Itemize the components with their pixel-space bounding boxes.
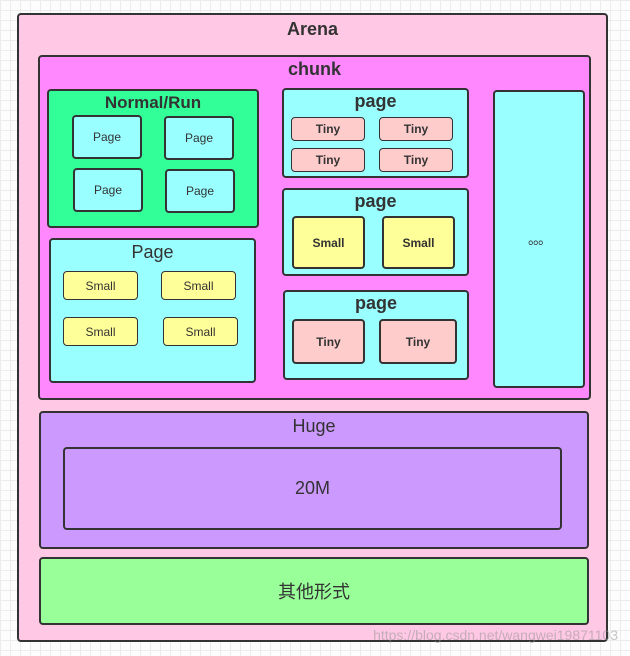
more-pages-column: 。。。 (493, 90, 585, 388)
small-block: Small (63, 317, 138, 346)
normal-run-page: Page (164, 116, 234, 160)
chunk-title: chunk (287, 59, 341, 79)
tiny-pair-page-title: page (354, 293, 397, 313)
tiny-block: Tiny (291, 117, 365, 141)
tiny-block: Tiny (379, 148, 453, 172)
small-pair-page-title: page (354, 191, 397, 211)
tiny-block: Tiny (379, 319, 457, 364)
small-block: Small (292, 216, 365, 269)
small-block: Small (161, 271, 236, 300)
normal-run-page: Page (165, 169, 235, 213)
other-forms-box: 其他形式 (39, 557, 589, 625)
normal-run-page: Page (72, 115, 142, 159)
tiny-block: Tiny (292, 319, 365, 364)
small-block: Small (63, 271, 138, 300)
small-page-box: Page (49, 238, 256, 383)
small-block: Small (382, 216, 455, 269)
huge-title: Huge (292, 416, 336, 436)
tiny-block: Tiny (291, 148, 365, 172)
tiny-grid-page-title: page (354, 91, 397, 111)
huge-20m-block: 20M (63, 447, 562, 530)
tiny-block: Tiny (379, 117, 453, 141)
normal-run-title: Normal/Run (104, 93, 202, 112)
small-page-title: Page (131, 242, 174, 262)
normal-run-page: Page (73, 168, 143, 212)
watermark: https://blog.csdn.net/wangwei19871103 (373, 627, 618, 643)
arena-title: Arena (286, 19, 339, 39)
small-block: Small (163, 317, 238, 346)
